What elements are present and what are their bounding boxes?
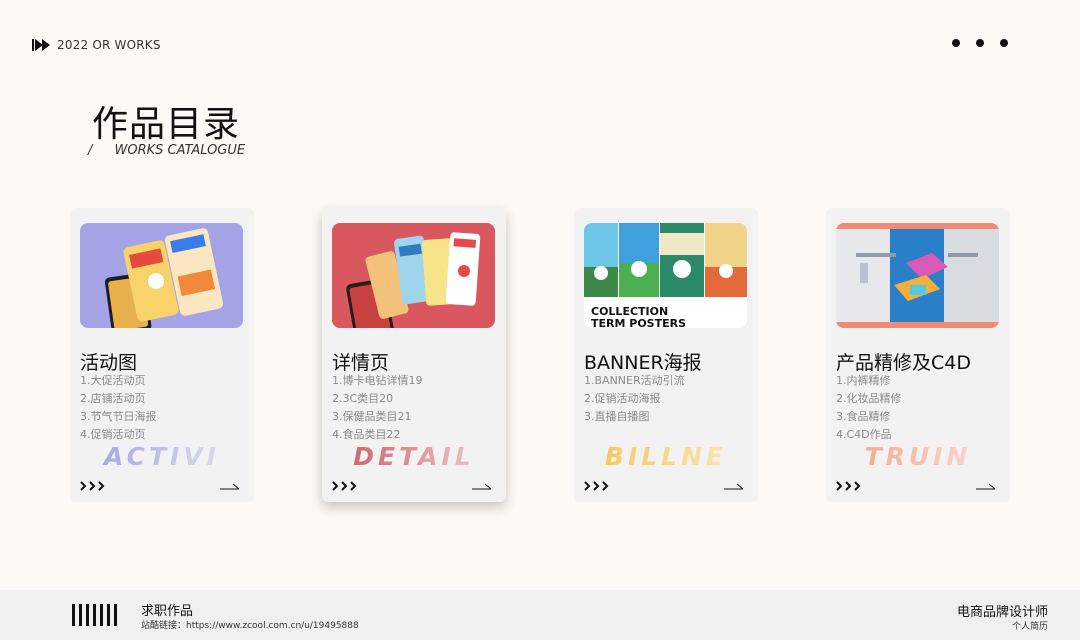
c4d-render-illustration (836, 223, 999, 328)
detail-thumbnail (332, 223, 495, 328)
card-watermark: ACTIVI (70, 442, 254, 471)
list-item: 2.3C类目20 (332, 392, 394, 405)
list-item: 3.食品精修 (836, 410, 891, 423)
list-item: 1.大促活动页 (80, 374, 146, 387)
barcode-icon (72, 604, 117, 626)
triple-chevron-icon (80, 481, 105, 491)
catalog-card-activity[interactable]: 活动图 1.大促活动页 2.店铺活动页 3.节气节日海报 4.促销活动页 ACT… (70, 208, 254, 502)
arrow-right-icon[interactable] (220, 482, 240, 490)
triple-chevron-icon (332, 481, 357, 491)
top-bar: 2022 OR WORKS (32, 36, 1008, 54)
card-watermark: BILLNE (574, 442, 758, 471)
card-heading: 产品精修及C4D (836, 352, 971, 374)
double-play-icon (32, 39, 50, 51)
card-heading: 活动图 (80, 352, 138, 374)
catalog-card-c4d[interactable]: 产品精修及C4D 1.内裤精修 2.化妆品精修 3.食品精修 4.C4D作品 T… (826, 208, 1010, 502)
catalog-card-banner[interactable]: COLLECTION TERM POSTERS BANNER海报 1.BANNE… (574, 208, 758, 502)
subtitle-text: WORKS CATALOGUE (114, 143, 246, 158)
triple-chevron-icon (584, 481, 609, 491)
card-watermark: TRUIN (826, 442, 1010, 471)
arrow-right-icon[interactable] (724, 482, 744, 490)
year-label: 2022 OR WORKS (57, 38, 161, 52)
list-item: 1.内裤精修 (836, 374, 891, 387)
card-item-list: 1.大促活动页 2.店铺活动页 3.节气节日海报 4.促销活动页 (80, 372, 157, 444)
page-title: 作品目录 (92, 104, 241, 145)
footer-role: 电商品牌设计师 (956, 605, 1048, 620)
banner-thumbnail: COLLECTION TERM POSTERS (584, 223, 747, 328)
list-item: 1.BANNER活动引流 (584, 374, 685, 387)
footer-link[interactable]: 站酷链接：https://www.zcool.com.cn/u/19495888 (141, 618, 359, 631)
subtitle-slash: / (88, 143, 93, 158)
footer-title: 求职作品 (141, 604, 194, 619)
arrow-right-icon[interactable] (472, 482, 492, 490)
footer-resume-label: 个人简历 (1011, 622, 1048, 632)
phone-mockup-illustration (104, 228, 224, 328)
card-heading: BANNER海报 (584, 352, 702, 374)
c4d-thumbnail (836, 223, 999, 328)
catalog-card-detail[interactable]: 详情页 1.博卡电钻详情19 2.3C类目20 3.保健品类目21 4.食品类目… (322, 208, 506, 502)
activity-thumbnail (80, 223, 243, 328)
phone-mockup-illustration (346, 232, 481, 328)
page-subtitle: / WORKS CATALOGUE (88, 143, 245, 158)
arrow-right-icon[interactable] (976, 482, 996, 490)
menu-dots-icon[interactable] (952, 39, 1008, 47)
card-item-list: 1.内裤精修 2.化妆品精修 3.食品精修 4.C4D作品 (836, 372, 902, 444)
poster-caption: COLLECTION TERM POSTERS (591, 305, 687, 329)
list-item: 2.店铺活动页 (80, 392, 146, 405)
card-heading: 详情页 (332, 352, 390, 374)
list-item: 1.博卡电钻详情19 (332, 374, 423, 387)
card-watermark: DETAIL (322, 442, 506, 471)
card-item-list: 1.博卡电钻详情19 2.3C类目20 3.保健品类目21 4.食品类目22 (332, 372, 423, 444)
list-item: 2.促销活动海报 (584, 392, 661, 405)
list-item: 3.保健品类目21 (332, 410, 412, 423)
card-item-list: 1.BANNER活动引流 2.促销活动海报 3.直播自播图 (584, 372, 685, 426)
list-item: 3.节气节日海报 (80, 410, 157, 423)
triple-chevron-icon (836, 481, 861, 491)
list-item: 2.化妆品精修 (836, 392, 902, 405)
list-item: 3.直播自播图 (584, 410, 650, 423)
